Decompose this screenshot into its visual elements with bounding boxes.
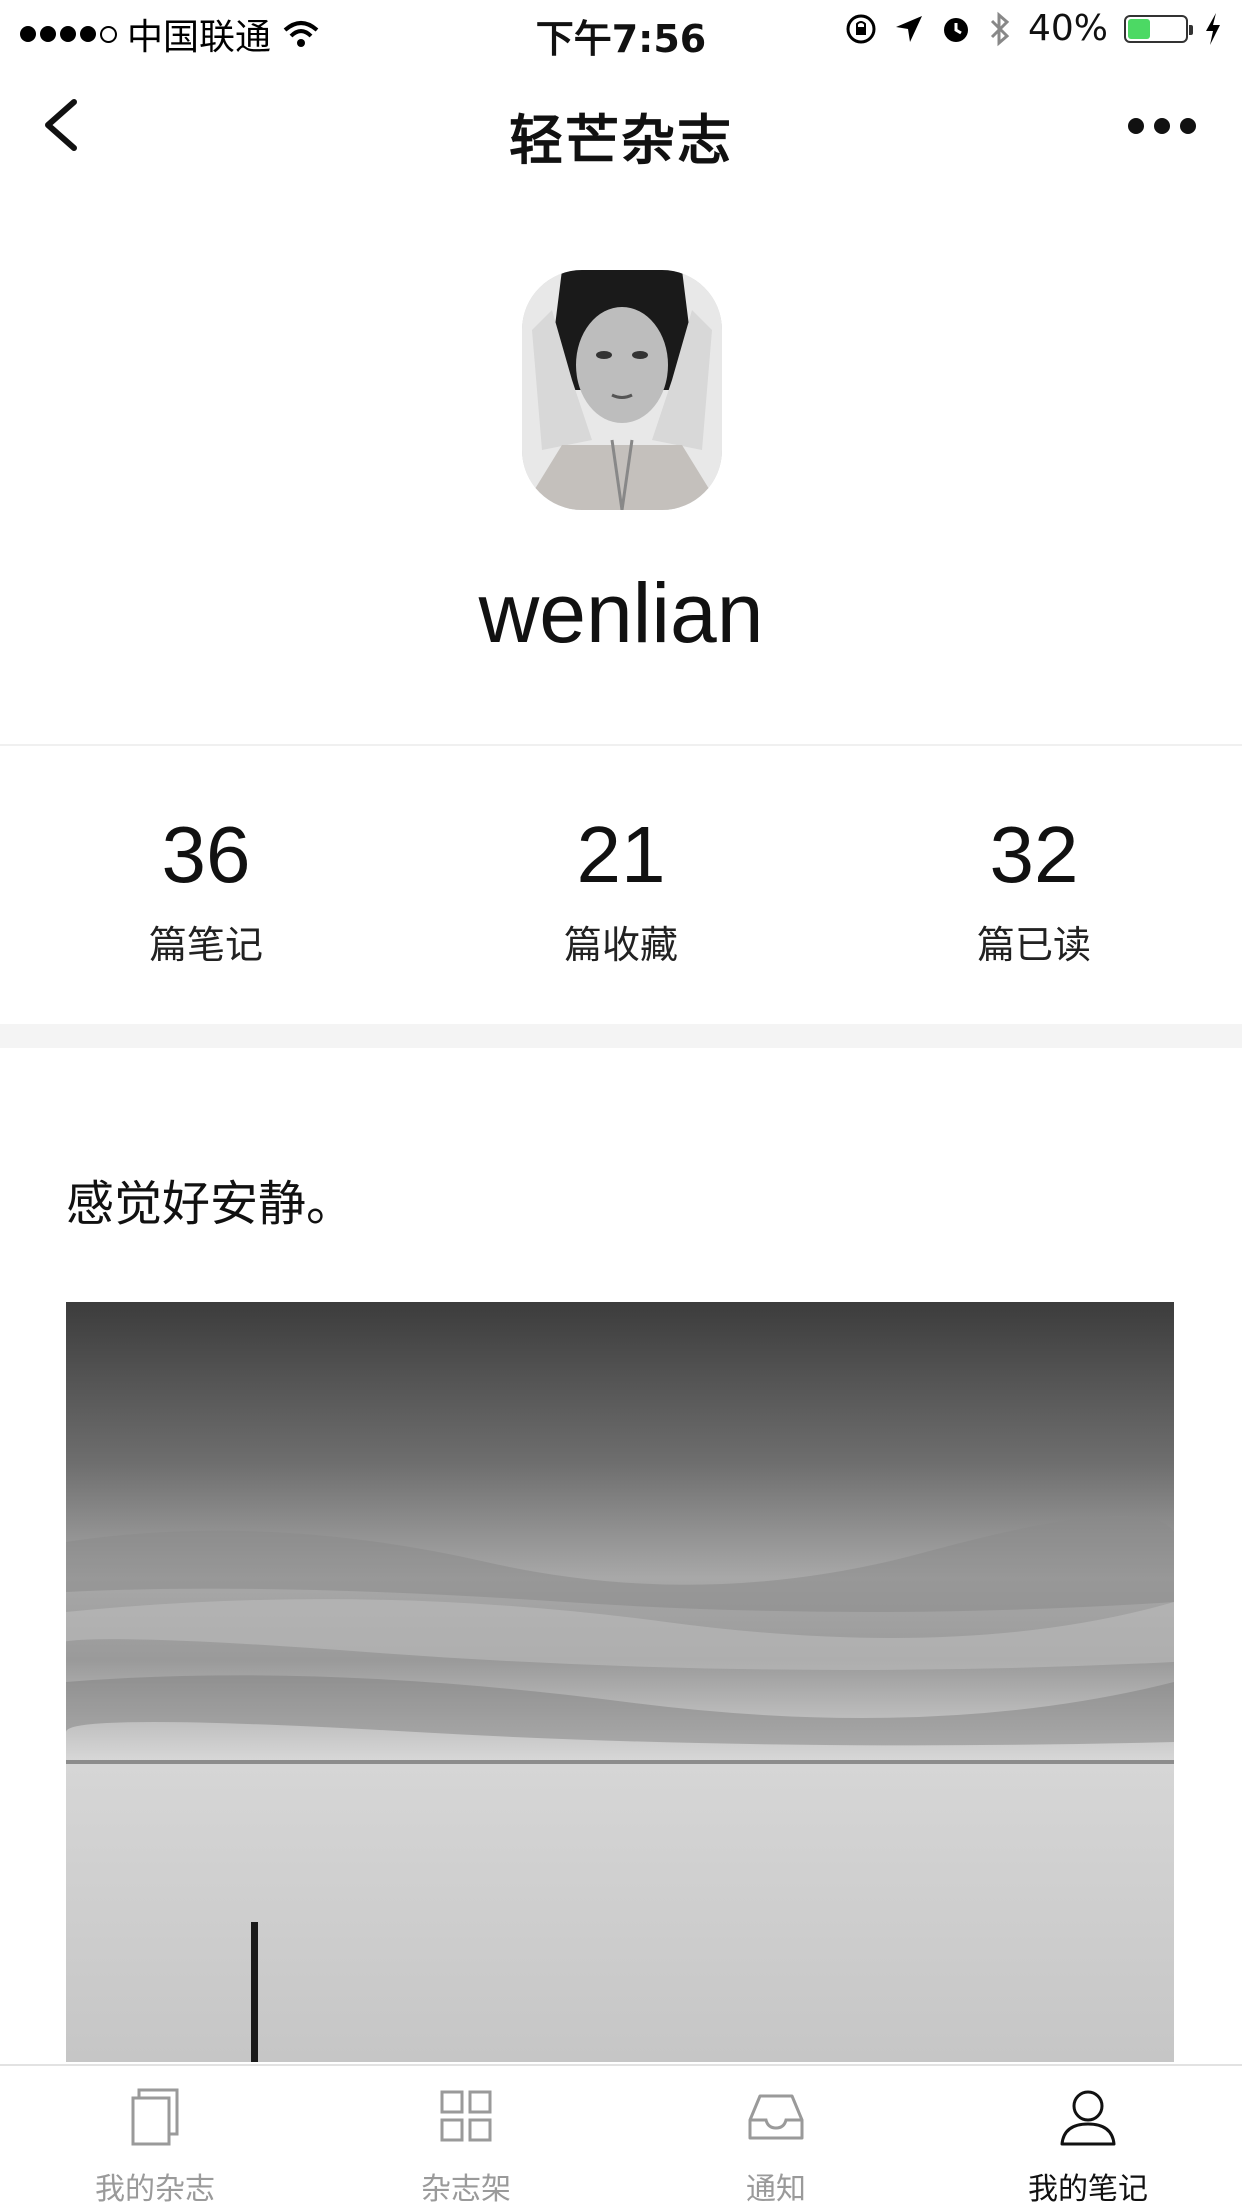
stat-value: 21 bbox=[576, 810, 666, 899]
magazine-icon bbox=[131, 2088, 179, 2146]
tab-bar: 我的杂志 杂志架 通知 我的笔记 bbox=[0, 2064, 1242, 2210]
alarm-icon bbox=[943, 17, 968, 42]
tab-label: 我的笔记 bbox=[1028, 2172, 1148, 2207]
tab-my-notes[interactable]: 我的笔记 bbox=[988, 2084, 1188, 2208]
status-bar: 中国联通 下午7:56 40% bbox=[0, 0, 1242, 62]
divider bbox=[0, 744, 1242, 746]
avatar[interactable] bbox=[522, 270, 722, 510]
grid-icon bbox=[440, 2090, 492, 2142]
nav-bar: 轻芒杂志 bbox=[0, 62, 1242, 192]
stat-value: 32 bbox=[989, 810, 1079, 899]
page-title: 轻芒杂志 bbox=[509, 109, 733, 172]
location-arrow-icon bbox=[895, 15, 922, 42]
stat-label: 篇收藏 bbox=[563, 923, 678, 967]
battery-icon bbox=[1124, 14, 1193, 43]
stat-label: 篇笔记 bbox=[148, 923, 263, 967]
avatar-photo bbox=[522, 270, 722, 510]
tab-label: 杂志架 bbox=[421, 2172, 511, 2207]
rotation-lock-icon bbox=[846, 14, 876, 43]
stat-value: 36 bbox=[161, 810, 251, 899]
inbox-icon bbox=[748, 2094, 804, 2140]
status-right: 40% bbox=[844, 8, 1222, 49]
tab-notifications[interactable]: 通知 bbox=[676, 2084, 876, 2208]
tab-magazine-shelf[interactable]: 杂志架 bbox=[366, 2084, 566, 2208]
bluetooth-icon bbox=[990, 11, 1010, 46]
stat-notes[interactable]: 36 篇笔记 bbox=[56, 810, 356, 969]
tab-my-magazines[interactable]: 我的杂志 bbox=[55, 2084, 255, 2208]
tab-label: 通知 bbox=[746, 2172, 806, 2207]
stat-label: 篇已读 bbox=[976, 923, 1091, 967]
battery-percent: 40% bbox=[1027, 8, 1108, 49]
note-text[interactable]: 感觉好安静。 bbox=[66, 1164, 354, 1234]
note-image[interactable] bbox=[66, 1302, 1174, 2062]
person-icon bbox=[1060, 2090, 1116, 2146]
tab-label: 我的杂志 bbox=[95, 2172, 215, 2207]
section-separator bbox=[0, 1024, 1242, 1048]
username: wenlian bbox=[478, 566, 764, 660]
more-button[interactable] bbox=[1122, 106, 1202, 146]
stat-read[interactable]: 32 篇已读 bbox=[884, 810, 1184, 969]
charging-bolt-icon bbox=[1206, 12, 1220, 45]
note-photo bbox=[66, 1302, 1174, 2062]
ellipsis-icon bbox=[1128, 118, 1144, 134]
stat-favorites[interactable]: 21 篇收藏 bbox=[471, 810, 771, 969]
